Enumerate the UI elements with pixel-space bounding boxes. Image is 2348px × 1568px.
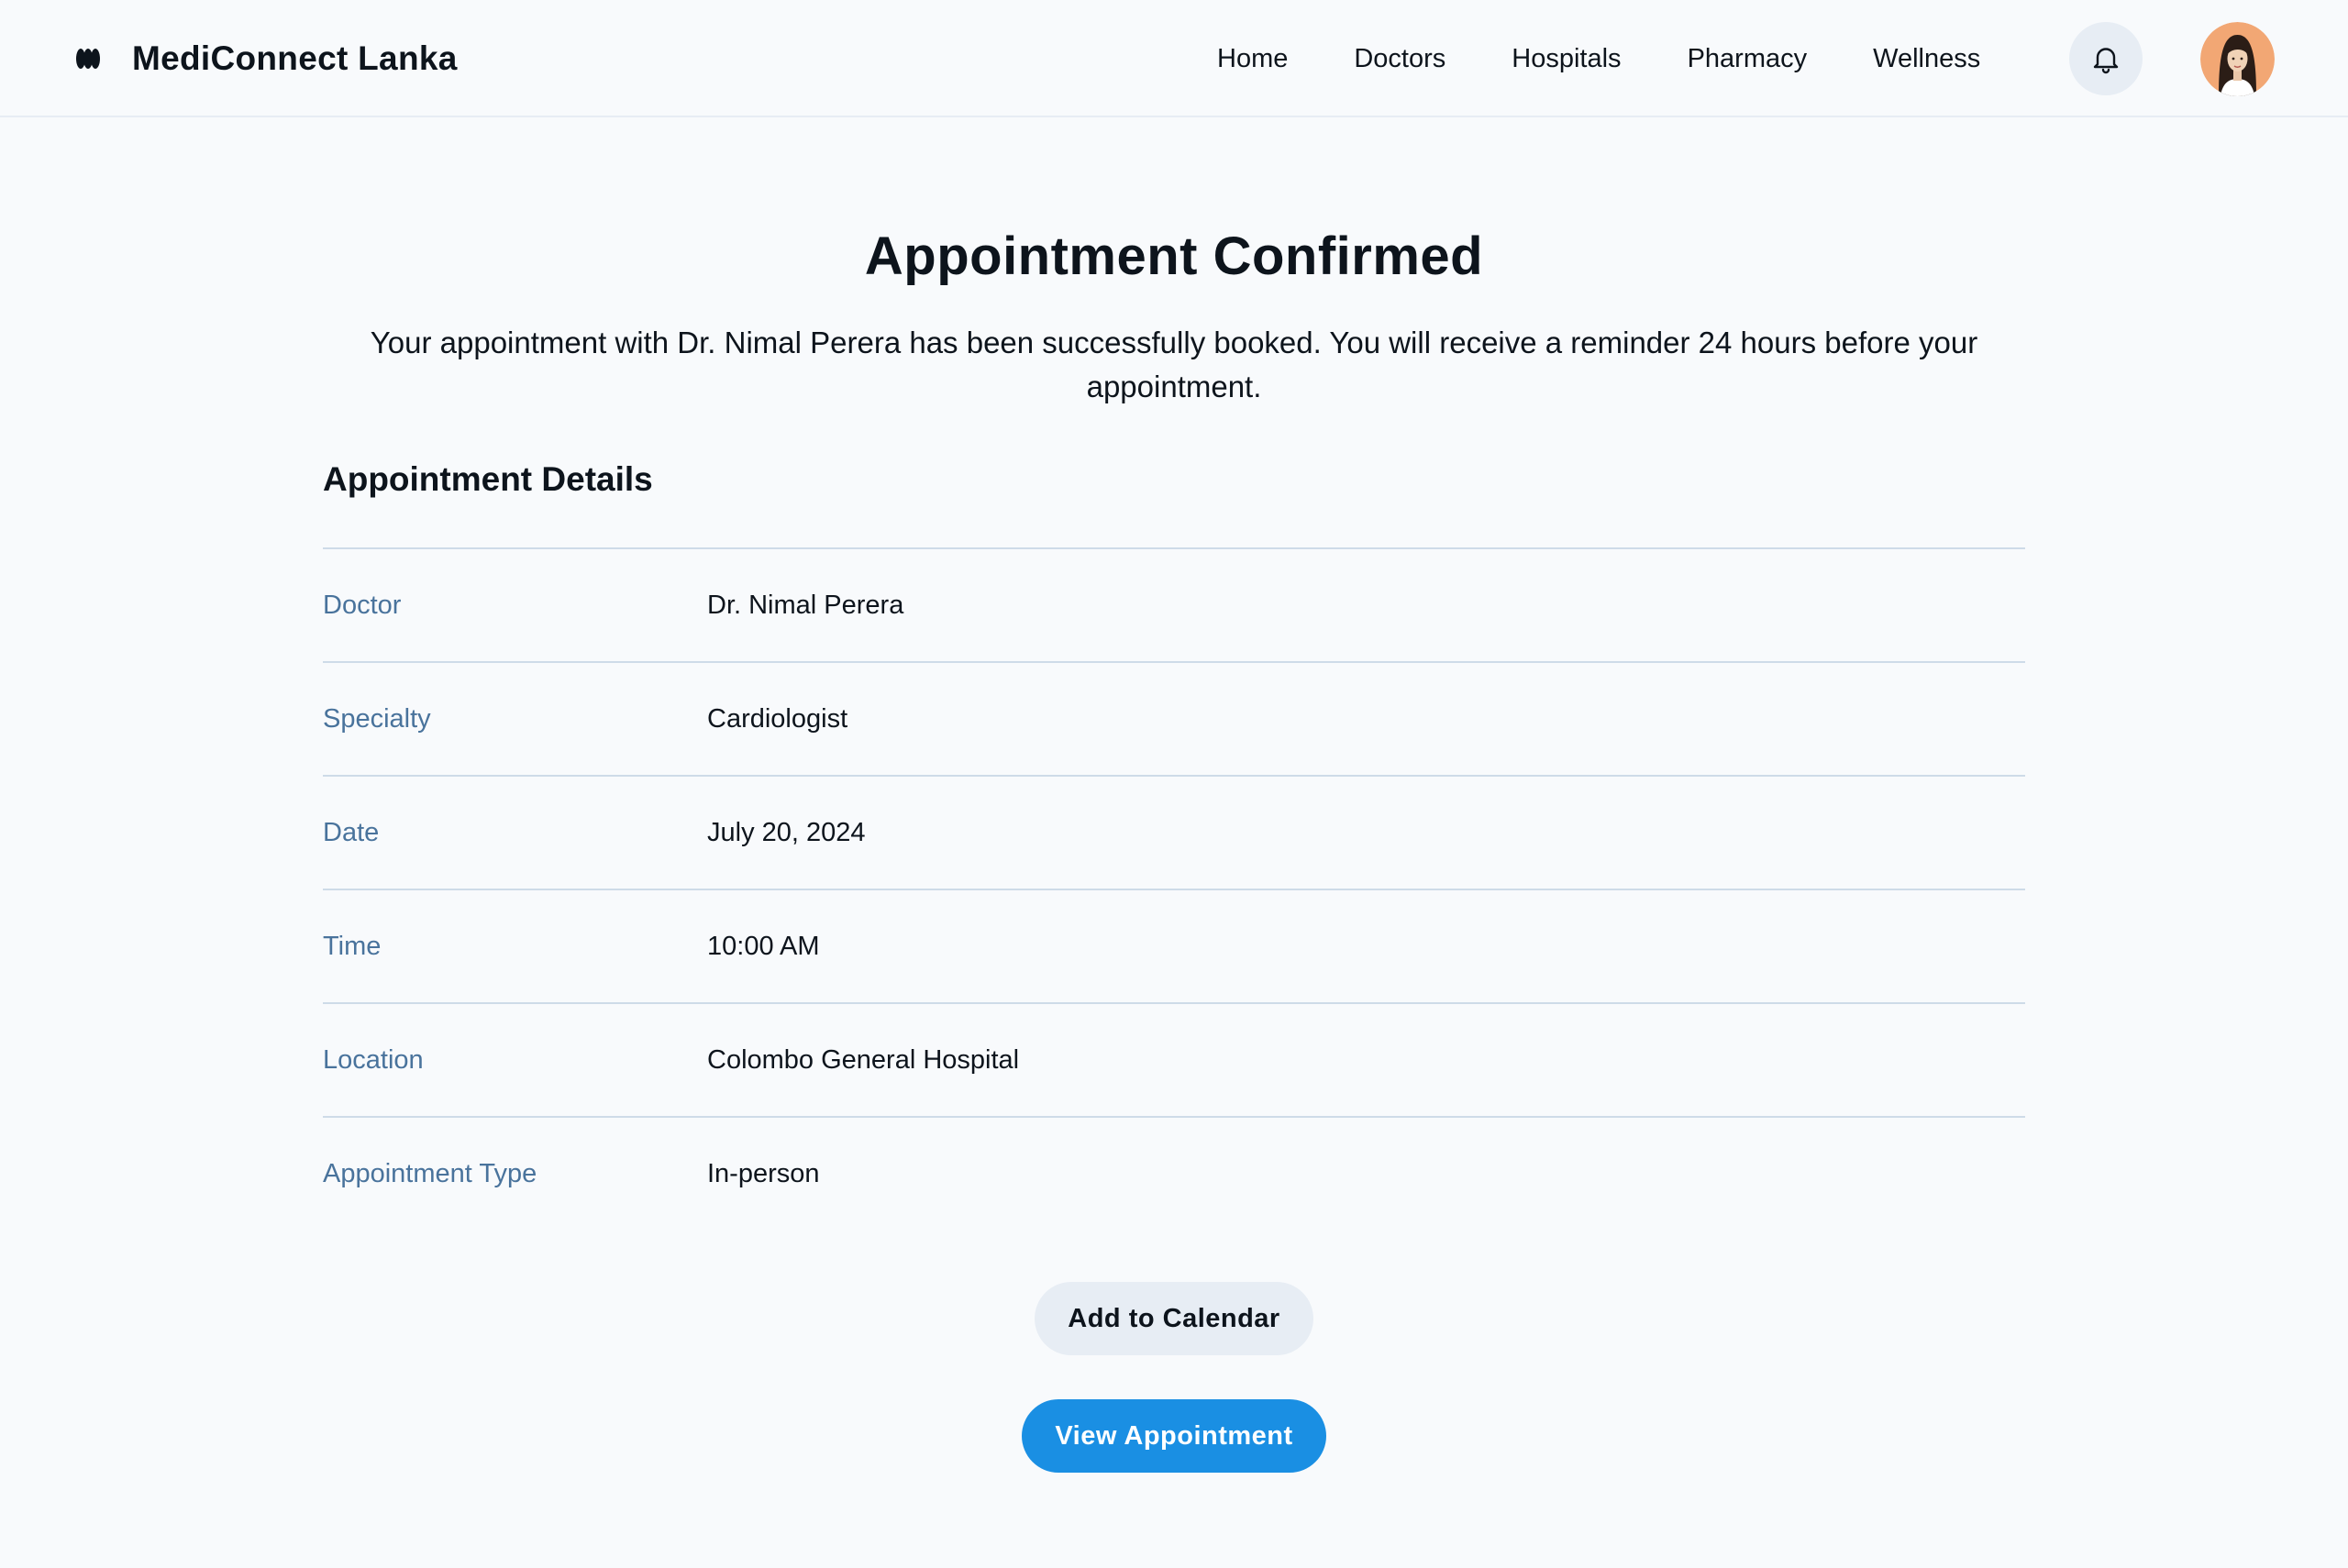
detail-label: Appointment Type bbox=[323, 1158, 537, 1188]
nav-hospitals[interactable]: Hospitals bbox=[1512, 44, 1621, 74]
detail-row-time: Time 10:00 AM bbox=[323, 889, 2025, 1002]
bell-icon bbox=[2093, 48, 2119, 74]
detail-row-location: Location Colombo General Hospital bbox=[323, 1002, 2025, 1116]
user-avatar[interactable] bbox=[2200, 22, 2275, 96]
main-nav: Home Doctors Hospitals Pharmacy Wellness bbox=[1217, 0, 1980, 117]
add-to-calendar-button[interactable]: Add to Calendar bbox=[1035, 1282, 1313, 1355]
detail-value: Dr. Nimal Perera bbox=[707, 590, 904, 620]
detail-label: Doctor bbox=[323, 590, 402, 620]
detail-row-specialty: Specialty Cardiologist bbox=[323, 661, 2025, 775]
appointment-details-table: Doctor Dr. Nimal Perera Specialty Cardio… bbox=[323, 547, 2025, 1230]
detail-row-appointment-type: Appointment Type In-person bbox=[323, 1116, 2025, 1230]
detail-label: Specialty bbox=[323, 703, 431, 734]
brand-logo-icon bbox=[76, 49, 100, 69]
brand[interactable]: MediConnect Lanka bbox=[73, 0, 458, 117]
detail-value: In-person bbox=[707, 1158, 820, 1188]
top-navigation-bar: MediConnect Lanka Home Doctors Hospitals… bbox=[0, 0, 2348, 117]
nav-doctors[interactable]: Doctors bbox=[1354, 44, 1445, 74]
confirmation-message: Your appointment with Dr. Nimal Perera h… bbox=[370, 326, 1978, 403]
detail-label: Time bbox=[323, 931, 382, 961]
avatar-image bbox=[2200, 22, 2275, 96]
detail-row-doctor: Doctor Dr. Nimal Perera bbox=[323, 547, 2025, 661]
appointment-details-title: Appointment Details bbox=[323, 460, 653, 498]
detail-row-date: Date July 20, 2024 bbox=[323, 775, 2025, 889]
detail-value: Colombo General Hospital bbox=[707, 1044, 1020, 1075]
brand-name: MediConnect Lanka bbox=[132, 39, 458, 77]
detail-label: Location bbox=[323, 1044, 424, 1075]
detail-value: Cardiologist bbox=[707, 703, 848, 734]
notifications-button[interactable] bbox=[2069, 22, 2143, 95]
view-appointment-button[interactable]: View Appointment bbox=[1022, 1399, 1326, 1473]
page-title: Appointment Confirmed bbox=[864, 226, 1484, 286]
nav-wellness[interactable]: Wellness bbox=[1873, 44, 1980, 74]
detail-value: July 20, 2024 bbox=[707, 817, 866, 847]
nav-home[interactable]: Home bbox=[1217, 44, 1288, 74]
nav-pharmacy[interactable]: Pharmacy bbox=[1688, 44, 1808, 74]
detail-value: 10:00 AM bbox=[707, 931, 820, 961]
detail-label: Date bbox=[323, 817, 380, 847]
